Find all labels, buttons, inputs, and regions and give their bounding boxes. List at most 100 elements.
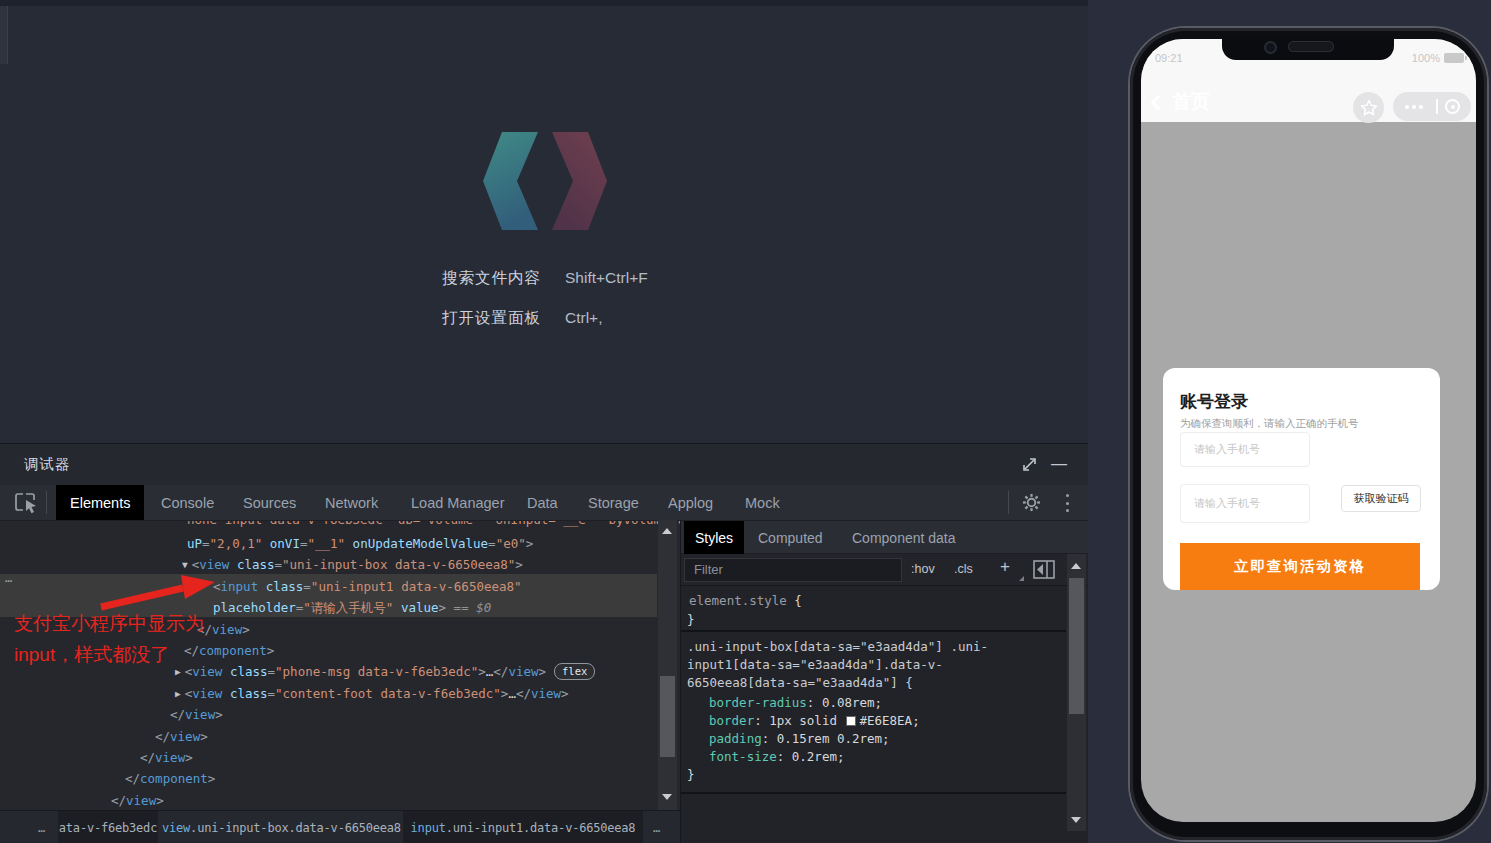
minimize-icon[interactable]: — xyxy=(1051,455,1068,472)
tree-row[interactable]: ▶<view class="phone-msg data-v-f6eb3edc"… xyxy=(175,661,595,683)
styles-filter-row: Filter :hov .cls + xyxy=(681,554,1089,586)
debugger-tab-elements[interactable]: Elements xyxy=(56,485,144,520)
debugger-panel: 调试器 — ElementsConsoleSourcesNetworkLoad … xyxy=(0,443,1088,843)
tree-row[interactable]: ▶<view class="content-foot data-v-f6eb3e… xyxy=(175,683,569,705)
debugger-tab-mock[interactable]: Mock xyxy=(731,485,794,520)
cls-toggle[interactable]: .cls xyxy=(954,562,973,576)
back-chevron-icon xyxy=(1151,94,1167,110)
get-code-button[interactable]: 获取验证码 xyxy=(1341,485,1421,512)
scroll-down-icon[interactable] xyxy=(1071,817,1081,823)
tree-row[interactable]: </view> xyxy=(111,790,164,811)
scroll-up-icon[interactable] xyxy=(662,528,672,534)
dock-side-icon[interactable] xyxy=(1033,560,1055,579)
breadcrumb-overflow[interactable]: … xyxy=(33,811,52,843)
expand-icon[interactable] xyxy=(1021,456,1038,473)
phone-frame: 09:21 100% 首页 xyxy=(1130,28,1487,840)
submit-button[interactable]: 立即查询活动资格 xyxy=(1180,543,1420,590)
separator xyxy=(1008,491,1009,514)
battery-percent: 100% xyxy=(1412,52,1440,64)
miniapp-capsule[interactable] xyxy=(1393,92,1471,121)
gear-icon[interactable] xyxy=(1022,493,1041,512)
input-placeholder: 请输入手机号 xyxy=(1194,442,1260,457)
elements-scrollbar[interactable] xyxy=(658,520,677,810)
styles-tab-component-data[interactable]: Component data xyxy=(841,521,967,554)
debugger-tab-storage[interactable]: Storage xyxy=(574,485,653,520)
scroll-down-icon[interactable] xyxy=(662,794,672,800)
styles-tab-styles[interactable]: Styles xyxy=(684,521,744,554)
status-battery: 100% xyxy=(1412,52,1464,64)
tree-row[interactable]: placeholder="请输入手机号" value> == $0 xyxy=(213,597,491,619)
login-title: 账号登录 xyxy=(1180,390,1248,413)
camera-icon xyxy=(1264,41,1277,54)
status-time: 09:21 xyxy=(1155,52,1183,64)
debugger-tab-load-manager[interactable]: Load Manager xyxy=(397,485,519,520)
tree-row[interactable]: </view> xyxy=(170,704,223,726)
debugger-tab-network[interactable]: Network xyxy=(311,485,392,520)
shortcut-label: 打开设置面板 xyxy=(442,308,565,329)
speaker-grille xyxy=(1288,41,1334,52)
more-dot xyxy=(1412,105,1416,109)
shortcut-row-search: 搜索文件内容 Shift+Ctrl+F xyxy=(442,267,648,289)
debugger-tab-console[interactable]: Console xyxy=(147,485,228,520)
more-menu-icon[interactable] xyxy=(1063,494,1071,512)
hov-toggle[interactable]: :hov xyxy=(911,562,935,576)
breadcrumb-item[interactable]: ata-v-f6eb3edc xyxy=(58,811,158,843)
nav-back-button[interactable]: 首页 xyxy=(1153,89,1210,115)
phone-screen: 09:21 100% 首页 xyxy=(1141,39,1476,822)
verify-code-input[interactable]: 请输入手机号 xyxy=(1180,484,1310,523)
shortcut-keys: Ctrl+, xyxy=(565,309,602,327)
star-icon xyxy=(1360,99,1378,117)
favorite-star-button[interactable] xyxy=(1353,92,1384,123)
app-window: 搜索文件内容 Shift+Ctrl+F 打开设置面板 Ctrl+, 调试器 — xyxy=(0,0,1491,843)
tree-row[interactable]: </view> xyxy=(140,747,193,769)
more-dot xyxy=(1405,105,1409,109)
tree-row[interactable]: none-input data-v-f6eb3edc ub="volume" o… xyxy=(187,521,680,533)
color-swatch[interactable] xyxy=(846,716,856,726)
tree-row[interactable]: ▼<view class="uni-input-box data-v-6650e… xyxy=(182,554,523,576)
breadcrumb-item[interactable]: view.uni-input-box.data-v-6650eea8 xyxy=(157,811,406,843)
flex-badge[interactable]: flex xyxy=(554,663,595,680)
new-rule-button[interactable]: + xyxy=(1000,557,1010,577)
element-picker-icon[interactable] xyxy=(13,491,39,515)
input-placeholder: 请输入手机号 xyxy=(1194,496,1260,511)
separator xyxy=(46,491,47,514)
element-style-block: element.style {} xyxy=(681,586,1066,632)
debugger-title: 调试器 xyxy=(24,455,71,474)
more-dot xyxy=(1419,105,1423,109)
matched-rule-block: .uni-input-box[data-sa="e3aad4da"] .uni-… xyxy=(681,634,1066,794)
styles-pane: StylesComputedComponent data Filter :hov… xyxy=(680,521,1088,843)
shortcut-label: 搜索文件内容 xyxy=(442,268,565,289)
battery-icon xyxy=(1444,53,1464,63)
tree-row[interactable]: </view> xyxy=(197,619,250,641)
scroll-up-icon[interactable] xyxy=(1071,563,1081,569)
styles-scrollbar-thumb[interactable] xyxy=(1069,578,1084,714)
phone-number-input[interactable]: 请输入手机号 xyxy=(1180,432,1310,467)
breadcrumb-item[interactable]: input.uni-input1.data-v-6650eea8 xyxy=(403,811,643,843)
tree-row[interactable]: uP="2,0,1" onVI="__1" onUpdateModelValue… xyxy=(187,533,533,555)
styles-tab-computed[interactable]: Computed xyxy=(747,521,834,554)
close-circle-icon[interactable] xyxy=(1445,99,1460,114)
editor-welcome-area: 搜索文件内容 Shift+Ctrl+F 打开设置面板 Ctrl+, xyxy=(0,6,1088,443)
filter-input[interactable]: Filter xyxy=(684,558,902,582)
debugger-tab-data[interactable]: Data xyxy=(513,485,572,520)
debugger-titlebar: 调试器 — xyxy=(0,444,1088,485)
shortcut-row-settings: 打开设置面板 Ctrl+, xyxy=(442,307,602,329)
styles-tabbar: StylesComputedComponent data xyxy=(681,521,1089,554)
debugger-tab-applog[interactable]: Applog xyxy=(654,485,727,520)
login-subtitle: 为确保查询顺利，请输入正确的手机号 xyxy=(1180,417,1359,431)
device-simulator-panel: 09:21 100% 首页 xyxy=(1088,0,1491,843)
debugger-tab-sources[interactable]: Sources xyxy=(229,485,310,520)
elements-scrollbar-thumb[interactable] xyxy=(660,676,675,757)
corner-triangle xyxy=(1019,576,1024,581)
tree-row[interactable]: </view> xyxy=(155,726,208,748)
tree-row[interactable]: </component> xyxy=(125,768,215,790)
breadcrumb-bar: …ata-v-f6eb3edcview.uni-input-box.data-v… xyxy=(0,810,680,843)
breadcrumb-overflow[interactable]: … xyxy=(648,811,667,843)
tree-row[interactable]: <input class="uni-input1 data-v-6650eea8… xyxy=(213,576,522,598)
annotation-arrow xyxy=(95,571,217,611)
phone-notch xyxy=(1222,39,1394,60)
login-card: 账号登录 为确保查询顺利，请输入正确的手机号 请输入手机号 请输入手机号 获取验… xyxy=(1163,368,1440,590)
tree-row[interactable]: </component> xyxy=(184,640,274,662)
hbuilderx-logo-icon xyxy=(483,130,607,232)
nav-title: 首页 xyxy=(1172,89,1210,115)
